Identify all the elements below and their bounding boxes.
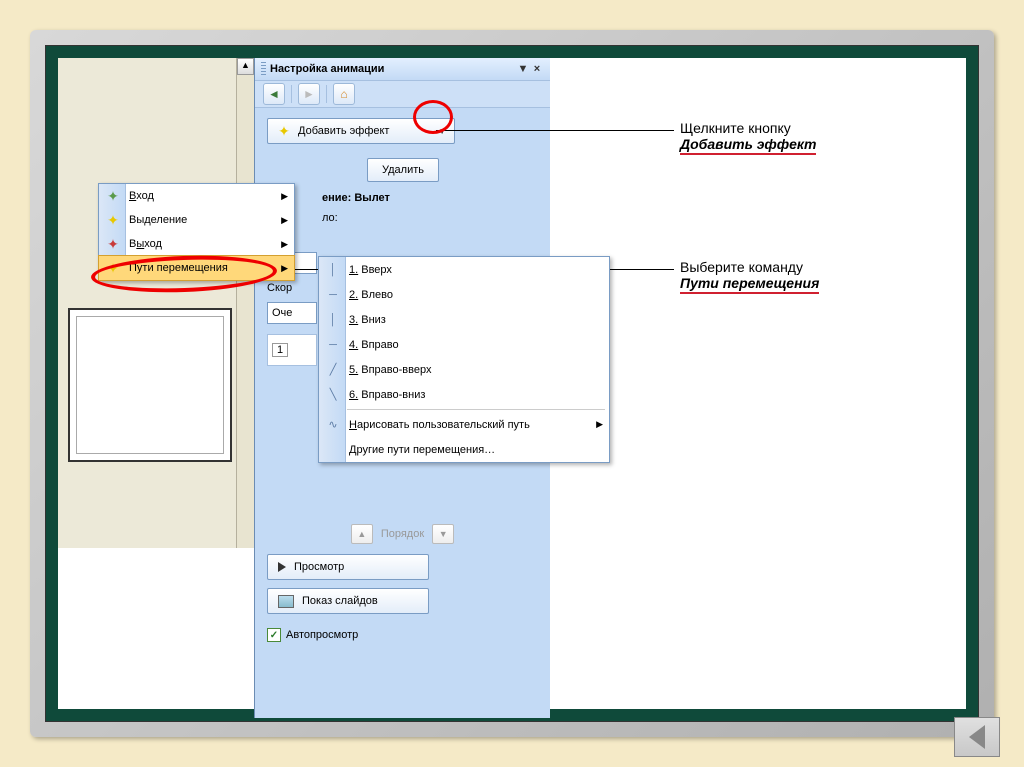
star-entry-icon: ✦	[103, 187, 123, 205]
effect-category-menu: ✦ Вход ▶ ✦ Выделение ▶ ✦ Выход ▶ ✦ Пути …	[98, 183, 295, 281]
menu-label: Нарисовать пользовательский путь	[349, 419, 530, 431]
pane-titlebar: Настройка анимации ▼ ×	[255, 58, 550, 81]
autopreview-label: Автопросмотр	[286, 629, 358, 641]
effect-list[interactable]: 1	[267, 334, 317, 366]
item-num: 4. Вправо	[349, 339, 399, 351]
previous-slide-button[interactable]	[954, 717, 1000, 757]
nav-home-button[interactable]: ⌂	[333, 83, 355, 105]
curve-icon: ∿	[323, 416, 343, 434]
item-num: 3. Вниз	[349, 314, 386, 326]
pane-title-text: Настройка анимации	[270, 63, 384, 75]
effect-number: 1	[272, 343, 288, 357]
submenu-item-up-right[interactable]: ╱ 5. Вправо-вверх	[319, 357, 609, 382]
add-effect-label: Добавить эффект	[298, 125, 389, 137]
star-exit-icon: ✦	[103, 235, 123, 253]
move-down-button[interactable]: ▼	[432, 524, 454, 544]
callout-emphasis: Добавить эффект	[680, 136, 816, 155]
submenu-item-left[interactable]: ─ 2. Влево	[319, 282, 609, 307]
start-label: ло:	[322, 212, 338, 224]
callout-add-effect: Щелкните кнопку Добавить эффект	[680, 120, 816, 155]
change-effect-label: ение: Вылет	[322, 192, 538, 204]
autopreview-checkbox[interactable]: ✓	[267, 628, 281, 642]
item-num: 6. Вправо-вниз	[349, 389, 425, 401]
item-num: 1. Вверх	[349, 264, 392, 276]
item-num: 5. Вправо-вверх	[349, 364, 431, 376]
speed-value: Оче	[272, 307, 292, 319]
whiteboard: ▲ Настройка анимации ▼ × ◄	[58, 58, 966, 709]
board-frame: ▲ Настройка анимации ▼ × ◄	[30, 30, 994, 737]
path-downright-icon: ╲	[323, 386, 343, 404]
preview-button[interactable]: Просмотр	[267, 554, 429, 580]
scroll-up-button[interactable]: ▲	[237, 58, 254, 75]
motion-paths-submenu: │ 1. Вверх ─ 2. Влево │ 3. Вниз ─ 4. Впр…	[318, 256, 610, 463]
separator	[326, 85, 327, 103]
star-path-icon: ✦	[103, 259, 123, 277]
blank-icon	[323, 441, 343, 459]
path-upright-icon: ╱	[323, 361, 343, 379]
menu-item-entry[interactable]: ✦ Вход ▶	[99, 184, 294, 208]
menu-item-exit[interactable]: ✦ Выход ▶	[99, 232, 294, 256]
callout-motion-paths: Выберите команду Пути перемещения	[680, 259, 819, 294]
path-down-icon: │	[323, 311, 343, 329]
submenu-arrow-icon: ▶	[281, 215, 288, 226]
callout-emphasis: Пути перемещения	[680, 275, 819, 294]
grip-icon	[261, 62, 266, 76]
autopreview-row[interactable]: ✓ Автопросмотр	[267, 628, 538, 642]
slideshow-button[interactable]: Показ слайдов	[267, 588, 429, 614]
vertical-scrollbar[interactable]: ▲	[236, 58, 254, 548]
delete-button[interactable]: Удалить	[367, 158, 439, 182]
path-right-icon: ─	[323, 336, 343, 354]
nav-back-button[interactable]: ◄	[263, 83, 285, 105]
slideshow-icon	[278, 595, 294, 608]
slide-thumbnail[interactable]	[68, 308, 232, 462]
slide-thumbnails-strip: ▲	[58, 58, 255, 548]
item-num: 2. Влево	[349, 289, 393, 301]
submenu-arrow-icon: ▶	[596, 419, 603, 430]
menu-item-motion-paths[interactable]: ✦ Пути перемещения ▶	[98, 255, 295, 281]
submenu-item-right[interactable]: ─ 4. Вправо	[319, 332, 609, 357]
star-icon: ✦	[276, 123, 292, 139]
board-surface: ▲ Настройка анимации ▼ × ◄	[45, 45, 979, 722]
delete-label: Удалить	[382, 164, 424, 176]
pane-menu-button[interactable]: ▼	[516, 63, 530, 75]
menu-label: Другие пути перемещения…	[349, 444, 495, 456]
dropdown-arrow-icon: ▼	[438, 127, 446, 136]
star-emphasis-icon: ✦	[103, 211, 123, 229]
slideshow-label: Показ слайдов	[302, 595, 378, 607]
triangle-left-icon	[969, 725, 985, 749]
add-effect-button[interactable]: ✦ Добавить эффект ▼	[267, 118, 455, 144]
submenu-arrow-icon: ▶	[281, 191, 288, 202]
submenu-item-up[interactable]: │ 1. Вверх	[319, 257, 609, 282]
nav-toolbar: ◄ ► ⌂	[255, 81, 550, 108]
move-up-button[interactable]: ▲	[351, 524, 373, 544]
callout-text: Щелкните кнопку	[680, 120, 816, 136]
menu-label: Выход	[129, 238, 281, 250]
order-label: Порядок	[381, 528, 424, 540]
menu-separator	[347, 409, 605, 410]
submenu-arrow-icon: ▶	[281, 239, 288, 250]
path-up-icon: │	[323, 261, 343, 279]
reorder-row: ▲ Порядок ▼	[267, 524, 538, 544]
submenu-item-other-paths[interactable]: Другие пути перемещения…	[319, 437, 609, 462]
separator	[291, 85, 292, 103]
menu-label: Вход	[129, 190, 281, 202]
preview-label: Просмотр	[294, 561, 344, 573]
submenu-arrow-icon: ▶	[281, 263, 288, 274]
submenu-item-down[interactable]: │ 3. Вниз	[319, 307, 609, 332]
submenu-item-down-right[interactable]: ╲ 6. Вправо-вниз	[319, 382, 609, 407]
speed-label: Скор	[267, 282, 292, 294]
speed-dropdown[interactable]: Оче	[267, 302, 317, 324]
callout-text: Выберите команду	[680, 259, 819, 275]
nav-forward-button[interactable]: ►	[298, 83, 320, 105]
submenu-item-custom-path[interactable]: ∿ Нарисовать пользовательский путь ▶	[319, 412, 609, 437]
menu-label: Пути перемещения	[129, 262, 281, 274]
path-left-icon: ─	[323, 286, 343, 304]
play-icon	[278, 562, 286, 572]
menu-label: Выделение	[129, 214, 281, 226]
pane-close-button[interactable]: ×	[530, 63, 544, 75]
menu-item-emphasis[interactable]: ✦ Выделение ▶	[99, 208, 294, 232]
callout-line	[436, 130, 674, 131]
